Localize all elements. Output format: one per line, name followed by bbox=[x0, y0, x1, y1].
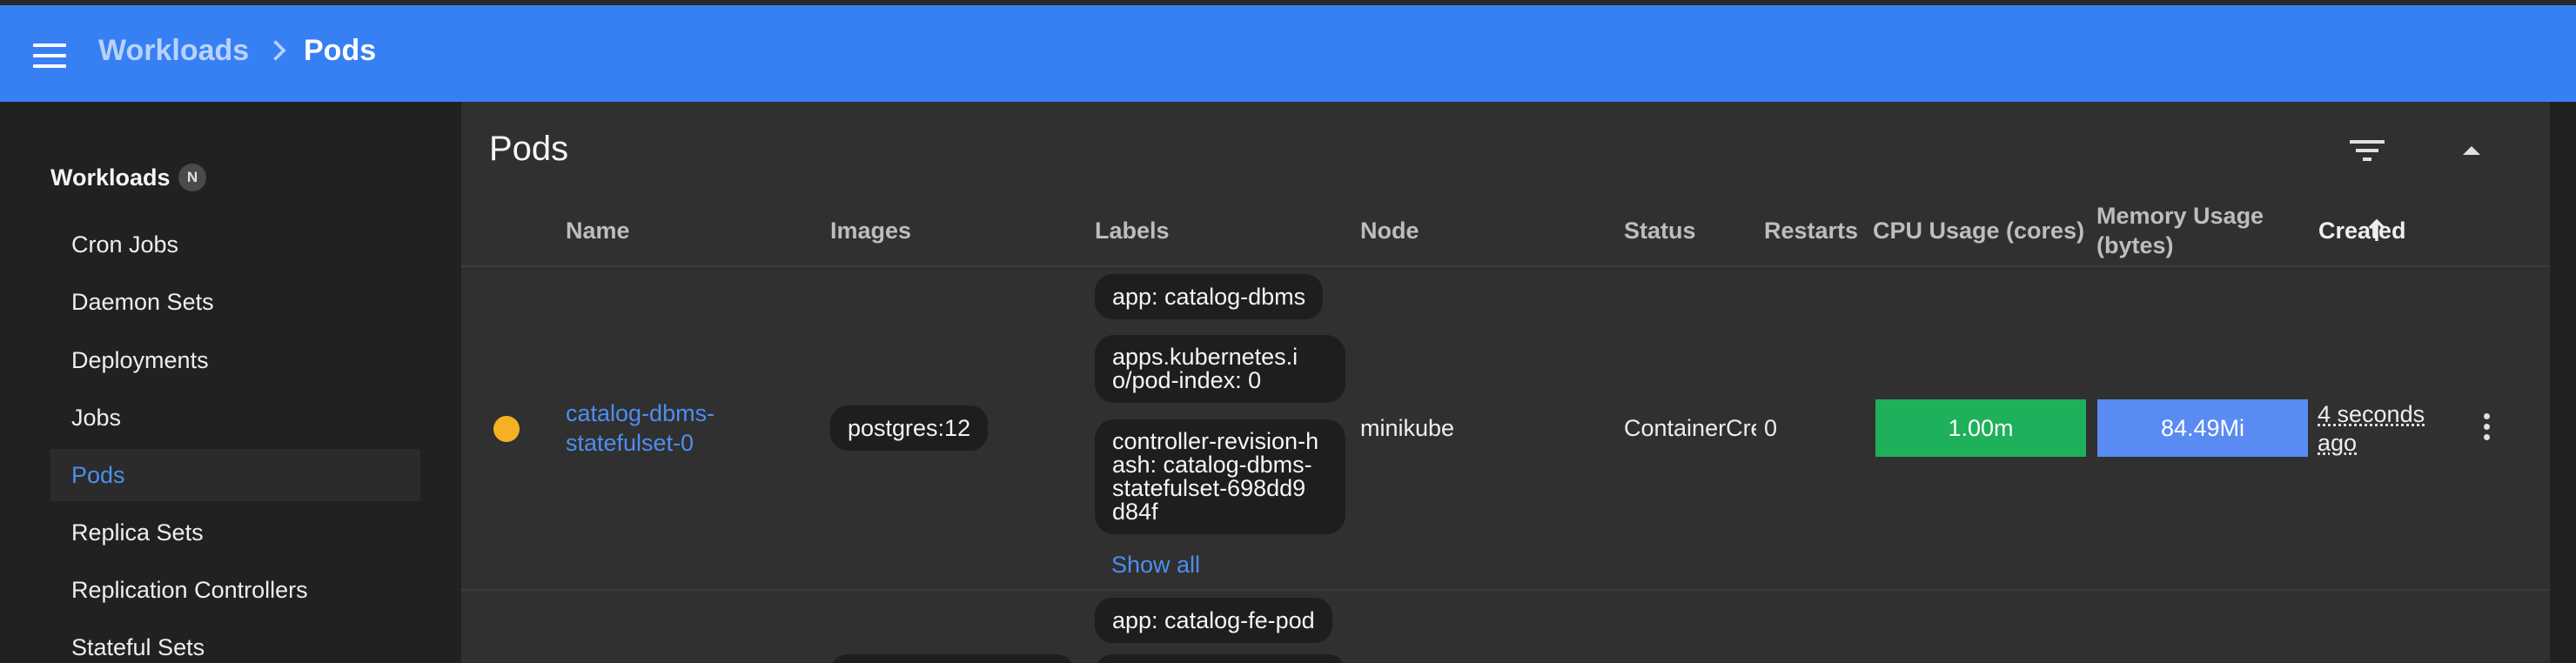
filter-icon[interactable] bbox=[2350, 137, 2385, 164]
label-chip-partial bbox=[1095, 654, 1345, 663]
column-header-created[interactable]: Created bbox=[2318, 217, 2406, 245]
created-value-line1: 4 seconds bbox=[2318, 401, 2425, 427]
more-vert-icon[interactable] bbox=[2473, 413, 2499, 448]
hamburger-icon-line bbox=[33, 44, 66, 47]
more-vert-icon-dot bbox=[2483, 424, 2490, 430]
more-vert-icon-dot bbox=[2483, 413, 2490, 419]
column-header-images: Images bbox=[830, 218, 912, 244]
created-value-line2: ago bbox=[2318, 430, 2358, 456]
pod-name-link-line2[interactable]: statefulset-0 bbox=[566, 429, 694, 458]
image-chip: postgres:12 bbox=[830, 405, 989, 451]
row-divider bbox=[461, 589, 2550, 591]
sidebar-item-jobs[interactable]: Jobs bbox=[50, 392, 420, 444]
column-header-restarts[interactable]: Restarts bbox=[1764, 217, 1858, 245]
pod-name-link-line1[interactable]: catalog-dbms- bbox=[566, 399, 714, 428]
show-all-labels-link[interactable]: Show all bbox=[1111, 550, 1200, 579]
pods-card bbox=[461, 102, 2550, 663]
label-chip: app: catalog-dbms bbox=[1095, 274, 1324, 319]
sidebar-item-stateful-sets[interactable]: Stateful Sets bbox=[50, 621, 420, 663]
status-value: ContainerCreating bbox=[1624, 415, 1756, 441]
image-chip-partial bbox=[830, 654, 1074, 663]
node-value: minikube bbox=[1360, 415, 1455, 441]
arrow-up-icon[interactable] bbox=[2365, 218, 2388, 244]
namespace-badge: N bbox=[178, 164, 206, 191]
chevron-right-icon bbox=[273, 40, 286, 61]
column-header-labels: Labels bbox=[1095, 218, 1170, 244]
sidebar-item-pods[interactable]: Pods bbox=[50, 449, 420, 501]
label-chip: app: catalog-fe-pod bbox=[1095, 598, 1332, 643]
right-gutter bbox=[2550, 102, 2576, 663]
hamburger-menu-button[interactable] bbox=[33, 44, 66, 68]
top-app-bar bbox=[0, 5, 2576, 102]
sidebar-item-replication-controllers[interactable]: Replication Controllers bbox=[50, 564, 420, 616]
column-header-status[interactable]: Status bbox=[1624, 217, 1696, 245]
hamburger-icon-line bbox=[33, 54, 66, 57]
sidebar-item-replica-sets[interactable]: Replica Sets bbox=[50, 506, 420, 559]
label-chip: apps.kubernetes.i o/pod-index: 0 bbox=[1095, 335, 1345, 403]
sidebar-item-daemon-sets[interactable]: Daemon Sets bbox=[50, 276, 420, 328]
column-header-memory-line2[interactable]: (bytes) bbox=[2096, 231, 2174, 260]
more-vert-icon-dot bbox=[2483, 434, 2490, 440]
hamburger-icon-line bbox=[33, 64, 66, 68]
header-divider bbox=[461, 265, 2550, 267]
sidebar-item-deployments[interactable]: Deployments bbox=[50, 334, 420, 386]
chevron-up-icon[interactable] bbox=[2454, 137, 2489, 164]
column-header-memory-line1[interactable]: Memory Usage bbox=[2096, 202, 2264, 231]
sidebar-section-workloads[interactable]: Workloads bbox=[50, 162, 171, 193]
column-header-cpu[interactable]: CPU Usage (cores) bbox=[1873, 217, 2084, 245]
sidebar-item-cron-jobs[interactable]: Cron Jobs bbox=[50, 218, 420, 271]
card-title: Pods bbox=[489, 130, 569, 168]
restarts-value: 0 bbox=[1764, 415, 1778, 441]
memory-usage-bar: 84.49Mi bbox=[2097, 399, 2308, 457]
column-header-node[interactable]: Node bbox=[1360, 217, 1419, 245]
status-pending-icon bbox=[493, 416, 520, 442]
label-chip: controller-revision-h ash: catalog-dbms-… bbox=[1095, 419, 1345, 534]
column-header-name[interactable]: Name bbox=[566, 217, 630, 245]
breadcrumb-current-pods: Pods bbox=[304, 34, 377, 67]
cpu-usage-bar: 1.00m bbox=[1875, 399, 2086, 457]
breadcrumb-workloads[interactable]: Workloads bbox=[98, 31, 249, 70]
